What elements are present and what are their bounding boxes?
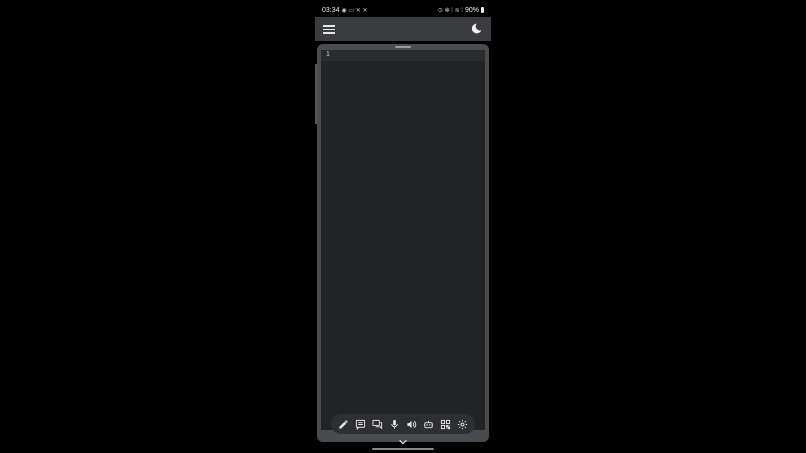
microphone-icon[interactable]	[389, 418, 401, 430]
qr-code-icon[interactable]	[440, 418, 452, 430]
chat-icon[interactable]	[372, 418, 384, 430]
chevron-down-icon[interactable]	[398, 433, 408, 445]
notification-icons: ◉ ▭ ✕ ✕	[341, 7, 368, 14]
editor-frame: 1	[317, 44, 489, 445]
robot-icon[interactable]	[423, 418, 435, 430]
app-bar	[315, 17, 491, 41]
battery-icon	[481, 7, 484, 13]
gear-icon[interactable]	[457, 418, 469, 430]
moon-icon[interactable]	[470, 22, 483, 35]
current-line: 1	[321, 50, 485, 61]
line-number: 1	[326, 51, 330, 58]
battery-percent: 90%	[464, 6, 479, 14]
menu-icon[interactable]	[323, 23, 335, 35]
gesture-navigation-bar[interactable]	[372, 448, 434, 450]
phone-screen: 03:34 ◉ ▭ ✕ ✕ ⊙ ✻ ⁞ ≋ ⁞ 90% 1	[315, 0, 491, 453]
pencil-icon[interactable]	[338, 418, 350, 430]
system-status-icons: ⊙ ✻ ⁞ ≋ ⁞	[437, 7, 463, 14]
speaker-icon[interactable]	[406, 418, 418, 430]
bottom-toolbar	[331, 414, 475, 434]
status-bar: 03:34 ◉ ▭ ✕ ✕ ⊙ ✻ ⁞ ≋ ⁞ 90%	[315, 3, 491, 17]
text-box-icon[interactable]	[355, 418, 367, 430]
drag-handle[interactable]	[395, 46, 411, 48]
status-time: 03:34	[322, 6, 340, 14]
text-editor[interactable]: 1	[321, 50, 485, 430]
